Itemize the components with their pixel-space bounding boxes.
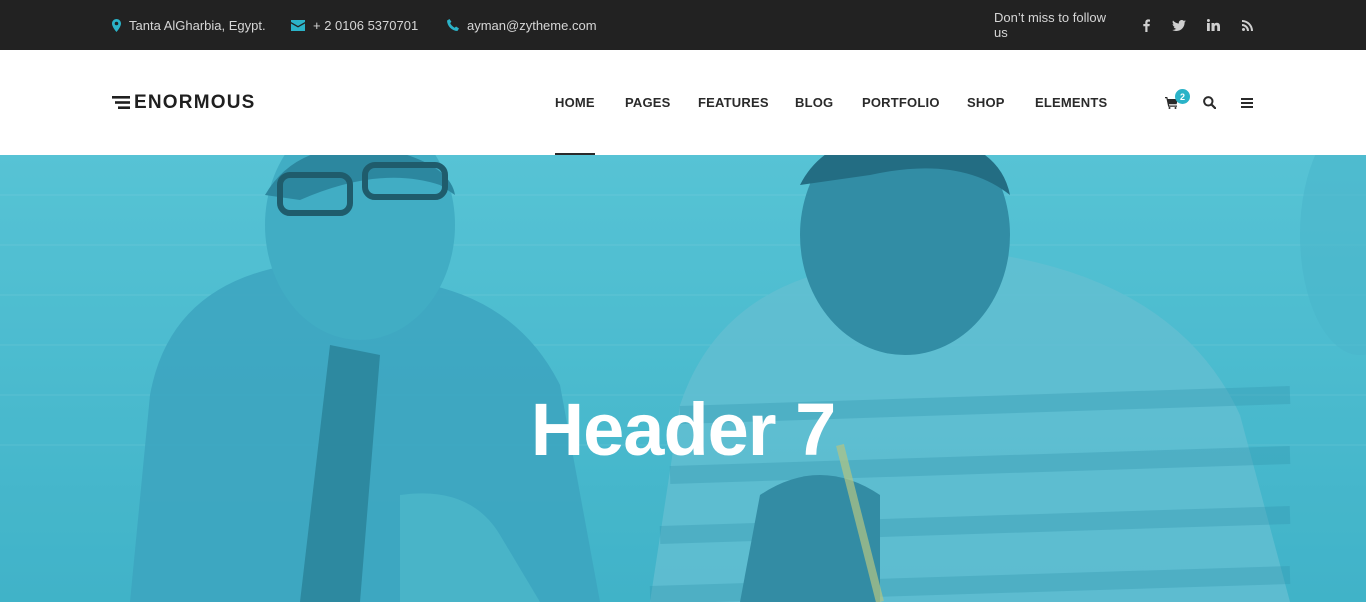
nav-item-pages[interactable]: PAGES: [625, 50, 671, 155]
nav-item-portfolio[interactable]: PORTFOLIO: [862, 50, 940, 155]
twitter-icon: [1172, 19, 1186, 31]
hamburger-icon: [1241, 97, 1253, 108]
follow-text: Don’t miss to follow us: [994, 10, 1106, 40]
email-link[interactable]: ayman@zytheme.com: [467, 18, 597, 33]
linkedin-link[interactable]: [1207, 0, 1220, 50]
main-header: ENORMOUS HOME PAGES FEATURES BLOG PORTFO…: [0, 50, 1366, 155]
phone-icon: [447, 19, 459, 31]
address-text: Tanta AlGharbia, Egypt.: [129, 17, 266, 33]
facebook-link[interactable]: [1143, 0, 1150, 50]
cart-count-badge: 2: [1175, 89, 1190, 104]
brand-logo[interactable]: ENORMOUS: [112, 50, 256, 155]
top-bar: Tanta AlGharbia, Egypt. + 2 0106 5370701…: [0, 0, 1366, 50]
nav-item-shop[interactable]: SHOP: [967, 50, 1005, 155]
nav-item-home[interactable]: HOME: [555, 50, 595, 155]
email-item[interactable]: ayman@zytheme.com: [447, 0, 597, 50]
nav-item-features[interactable]: FEATURES: [698, 50, 769, 155]
hero-section: Header 7: [0, 155, 1366, 602]
menu-button[interactable]: [1241, 50, 1253, 155]
nav-item-elements[interactable]: ELEMENTS: [1035, 50, 1107, 155]
phone-text: + 2 0106 5370701: [313, 17, 419, 33]
phone-item: + 2 0106 5370701: [291, 0, 418, 50]
nav-item-blog[interactable]: BLOG: [795, 50, 833, 155]
hero-background-image: [0, 155, 1366, 602]
search-icon: [1203, 96, 1216, 109]
rss-link[interactable]: [1242, 0, 1253, 50]
hero-title: Header 7: [530, 388, 837, 471]
address-item: Tanta AlGharbia, Egypt.: [112, 0, 266, 50]
linkedin-icon: [1207, 19, 1220, 31]
logo-lines-icon: [112, 96, 130, 109]
search-button[interactable]: [1203, 50, 1216, 155]
cart-button[interactable]: 2: [1165, 50, 1190, 155]
envelope-icon: [291, 19, 305, 31]
rss-icon: [1242, 19, 1253, 31]
facebook-icon: [1143, 18, 1150, 32]
brand-name: ENORMOUS: [134, 91, 256, 113]
twitter-link[interactable]: [1172, 0, 1186, 50]
map-marker-icon: [112, 18, 121, 32]
